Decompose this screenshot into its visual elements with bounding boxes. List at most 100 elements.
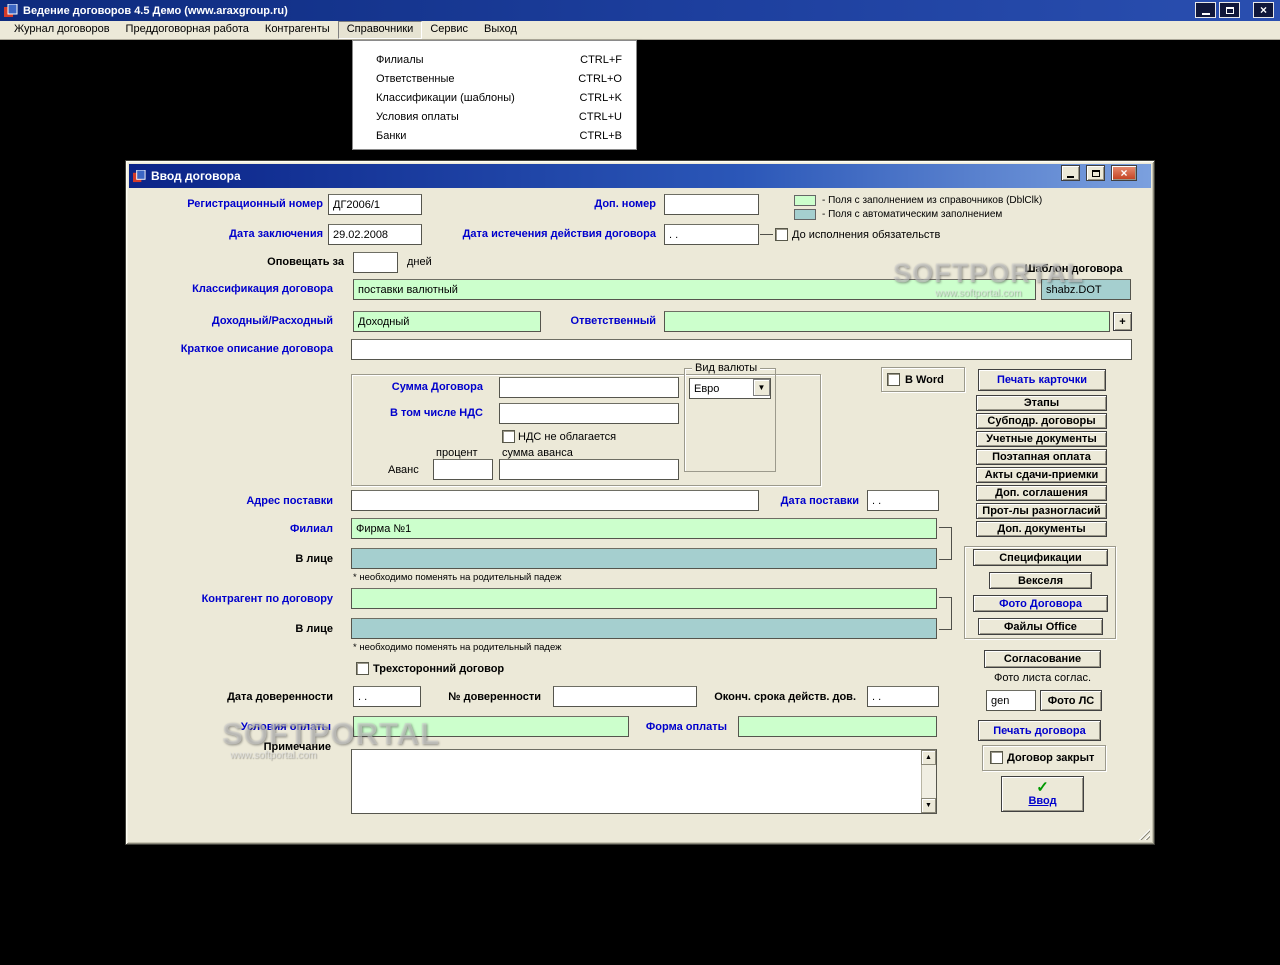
branch-input[interactable]: Фирма №1 bbox=[351, 518, 937, 539]
word-checkbox[interactable] bbox=[887, 373, 900, 386]
vat-exempt-label[interactable]: НДС не облагается bbox=[518, 431, 616, 443]
accounting-docs-button[interactable]: Учетные документы bbox=[976, 431, 1107, 447]
dialog-maximize-button[interactable] bbox=[1086, 165, 1105, 181]
disagreement-protocols-button[interactable]: Прот-лы разногласий bbox=[976, 503, 1107, 519]
sum-input[interactable] bbox=[499, 377, 679, 398]
menu-item-label: Ответственные bbox=[376, 72, 455, 85]
menu-directories[interactable]: Справочники bbox=[337, 21, 423, 39]
short-description-input[interactable] bbox=[351, 339, 1132, 360]
app-titlebar[interactable]: Ведение договоров 4.5 Демо (www.araxgrou… bbox=[0, 0, 1280, 21]
branch-genitive-note: * необходимо поменять на родительный пад… bbox=[353, 572, 562, 583]
tripartite-label[interactable]: Трехсторонний договор bbox=[373, 663, 533, 675]
dialog-close-button[interactable]: × bbox=[1111, 165, 1137, 181]
menu-item-shortcut: CTRL+K bbox=[579, 91, 623, 104]
contract-photo-button[interactable]: Фото Договора bbox=[973, 595, 1108, 612]
conclusion-date-input[interactable]: 29.02.2008 bbox=[328, 224, 422, 245]
conclusion-date-label: Дата заключения bbox=[229, 228, 323, 240]
menubar: Журнал договоров Преддоговорная работа К… bbox=[0, 21, 1280, 40]
scroll-down-button[interactable]: ▼ bbox=[921, 798, 936, 813]
payment-terms-label: Условия оплаты bbox=[240, 721, 331, 733]
delivery-address-input[interactable] bbox=[351, 490, 759, 511]
staged-payment-button[interactable]: Поэтапная оплата bbox=[976, 449, 1107, 465]
until-obligations-checkbox[interactable] bbox=[775, 228, 788, 241]
contract-closed-checkbox[interactable] bbox=[990, 751, 1003, 764]
app-icon bbox=[4, 3, 18, 17]
poa-expiry-input[interactable]: . . bbox=[867, 686, 939, 707]
classification-input[interactable]: поставки валютный bbox=[353, 279, 1036, 300]
classification-label: Классификация договора bbox=[192, 283, 333, 295]
approval-button[interactable]: Согласование bbox=[984, 650, 1101, 668]
payment-terms-input[interactable] bbox=[353, 716, 629, 737]
menu-exit[interactable]: Выход bbox=[476, 21, 525, 39]
checkmark-icon: ✓ bbox=[1036, 779, 1049, 796]
acceptance-acts-button[interactable]: Акты сдачи-приемки bbox=[976, 467, 1107, 483]
print-card-button[interactable]: Печать карточки bbox=[978, 369, 1106, 391]
vat-input[interactable] bbox=[499, 403, 679, 424]
specifications-button[interactable]: Спецификации bbox=[973, 549, 1108, 566]
menu-item-banks[interactable]: Банки CTRL+B bbox=[353, 126, 636, 145]
until-obligations-label[interactable]: До исполнения обязательств bbox=[792, 229, 940, 241]
note-textarea[interactable] bbox=[351, 749, 937, 814]
approval-photo-input[interactable]: gen bbox=[986, 690, 1036, 711]
print-contract-button[interactable]: Печать договора bbox=[978, 720, 1101, 741]
menu-item-classifications[interactable]: Классификации (шаблоны) CTRL+K bbox=[353, 88, 636, 107]
extra-documents-button[interactable]: Доп. документы bbox=[976, 521, 1107, 537]
maximize-button[interactable] bbox=[1219, 2, 1240, 18]
extra-number-label: Доп. номер bbox=[594, 198, 656, 210]
contract-entry-dialog: Ввод договора × Регистрационный номер ДГ… bbox=[125, 160, 1155, 845]
menu-item-branches[interactable]: Филиалы CTRL+F bbox=[353, 50, 636, 69]
menu-service[interactable]: Сервис bbox=[422, 21, 476, 39]
scroll-up-button[interactable]: ▲ bbox=[921, 750, 936, 765]
minimize-button[interactable] bbox=[1195, 2, 1216, 18]
poa-number-label: № доверенности bbox=[448, 691, 541, 703]
advance-percent-input[interactable] bbox=[433, 459, 493, 480]
legend-reference-swatch bbox=[794, 195, 816, 206]
maximize-icon bbox=[1225, 6, 1234, 14]
add-responsible-button[interactable]: + bbox=[1113, 312, 1132, 331]
dialog-minimize-button[interactable] bbox=[1061, 165, 1080, 181]
payment-form-input[interactable] bbox=[738, 716, 937, 737]
menu-item-shortcut: CTRL+F bbox=[580, 53, 622, 66]
stages-button[interactable]: Этапы bbox=[976, 395, 1107, 411]
submit-button[interactable]: ✓ Ввод bbox=[1001, 776, 1084, 812]
close-button[interactable]: × bbox=[1253, 2, 1274, 18]
subcontracts-button[interactable]: Субподр. договоры bbox=[976, 413, 1107, 429]
reg-number-input[interactable]: ДГ2006/1 bbox=[328, 194, 422, 215]
delivery-date-input[interactable]: . . bbox=[867, 490, 939, 511]
counterparty-person-input[interactable] bbox=[351, 618, 937, 639]
counterparty-person-label: В лице bbox=[295, 623, 333, 635]
advance-sum-input[interactable] bbox=[499, 459, 679, 480]
counterparty-label: Контрагент по договору bbox=[201, 593, 333, 605]
photo-ls-button[interactable]: Фото ЛС bbox=[1040, 690, 1102, 711]
menu-journal[interactable]: Журнал договоров bbox=[6, 21, 118, 39]
notify-label: Оповещать за bbox=[267, 256, 344, 268]
poa-number-input[interactable] bbox=[553, 686, 697, 707]
currency-dropdown-arrow[interactable]: ▼ bbox=[753, 379, 770, 396]
notify-days-input[interactable] bbox=[353, 252, 398, 273]
expiry-date-input[interactable]: . . bbox=[664, 224, 759, 245]
extra-number-input[interactable] bbox=[664, 194, 759, 215]
tripartite-checkbox[interactable] bbox=[356, 662, 369, 675]
vat-exempt-checkbox[interactable] bbox=[502, 430, 515, 443]
income-type-input[interactable]: Доходный bbox=[353, 311, 541, 332]
counterparty-genitive-note: * необходимо поменять на родительный пад… bbox=[353, 642, 562, 653]
menu-item-responsibles[interactable]: Ответственные CTRL+O bbox=[353, 69, 636, 88]
contract-closed-label[interactable]: Договор закрыт bbox=[1007, 752, 1102, 764]
menu-item-label: Классификации (шаблоны) bbox=[376, 91, 515, 104]
menu-item-payment-terms[interactable]: Условия оплаты CTRL+U bbox=[353, 107, 636, 126]
expiry-date-label: Дата истечения действия договора bbox=[462, 228, 656, 240]
dialog-titlebar[interactable]: Ввод договора bbox=[129, 164, 1151, 188]
word-checkbox-label[interactable]: В Word bbox=[905, 374, 955, 386]
resize-grip[interactable] bbox=[1137, 827, 1150, 840]
responsible-input[interactable] bbox=[664, 311, 1110, 332]
close-icon: × bbox=[1120, 166, 1128, 180]
menu-counterparties[interactable]: Контрагенты bbox=[257, 21, 338, 39]
office-files-button[interactable]: Файлы Office bbox=[978, 618, 1103, 635]
addendums-button[interactable]: Доп. соглашения bbox=[976, 485, 1107, 501]
counterparty-input[interactable] bbox=[351, 588, 937, 609]
poa-date-input[interactable]: . . bbox=[353, 686, 421, 707]
promissory-notes-button[interactable]: Векселя bbox=[989, 572, 1092, 589]
template-file-input[interactable]: shabz.DOT bbox=[1041, 279, 1131, 300]
menu-precontract[interactable]: Преддоговорная работа bbox=[118, 21, 257, 39]
branch-person-input[interactable] bbox=[351, 548, 937, 569]
